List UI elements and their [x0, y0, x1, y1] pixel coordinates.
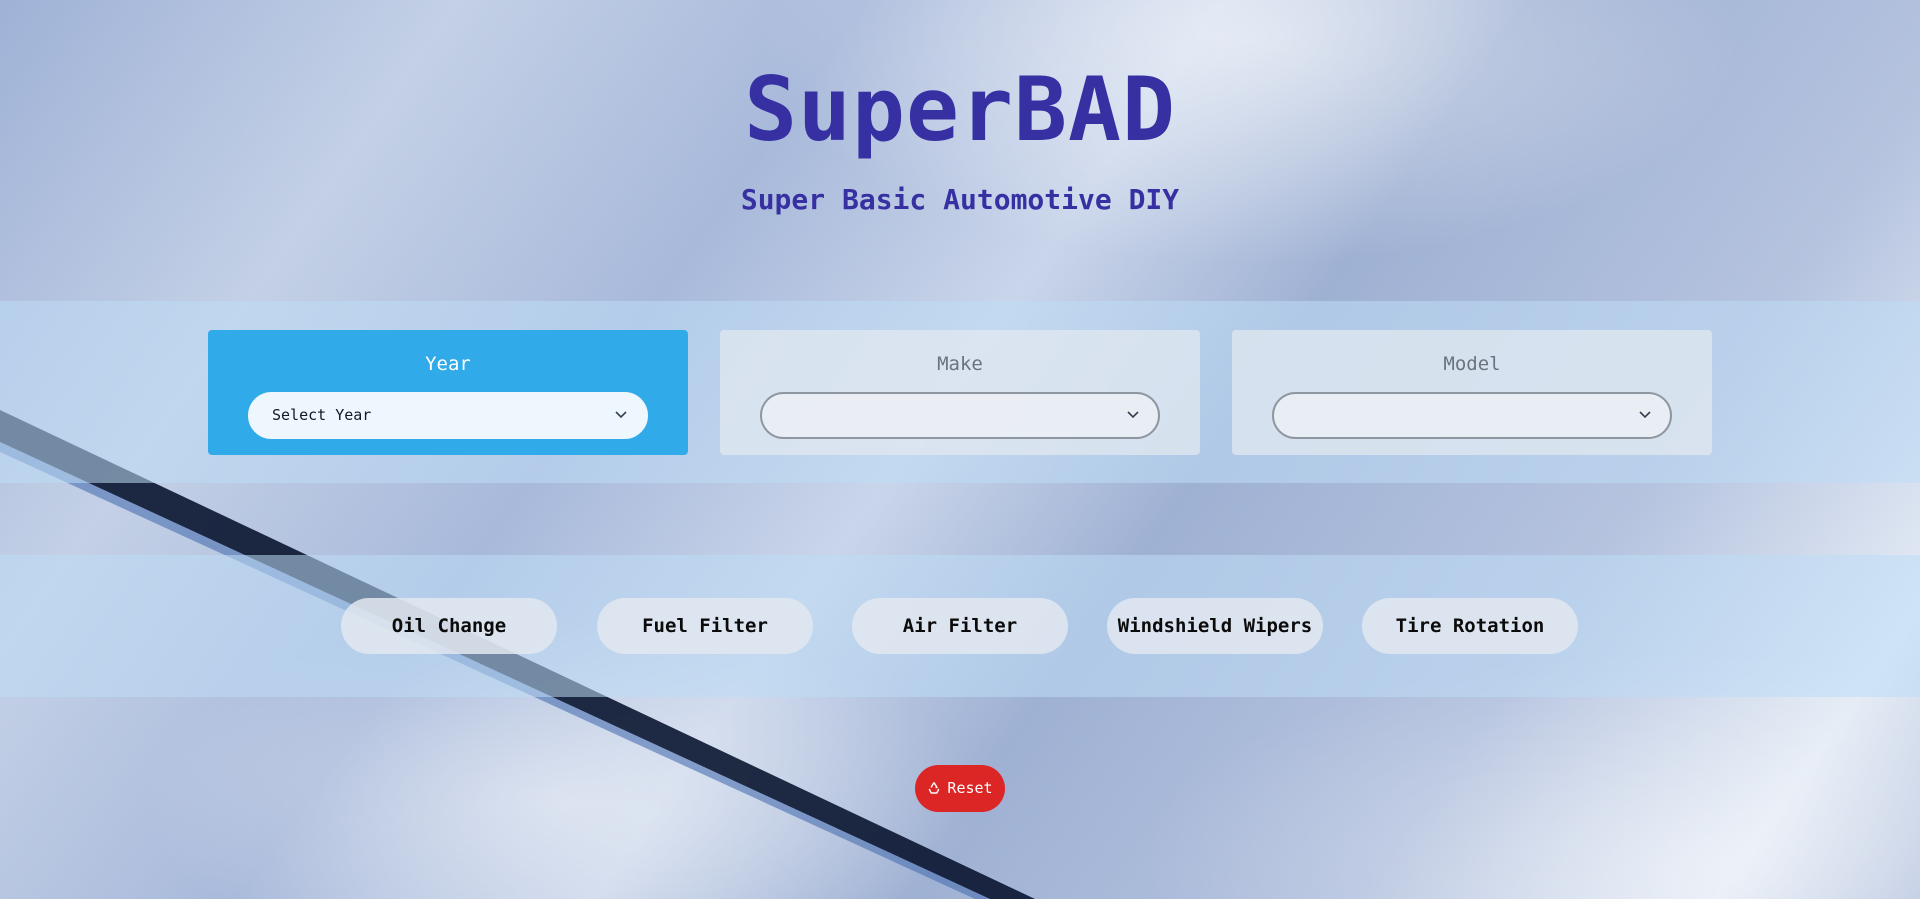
make-card: Make — [720, 330, 1200, 455]
model-select[interactable] — [1272, 392, 1672, 439]
make-label: Make — [937, 353, 983, 375]
year-card: Year Select Year — [208, 330, 688, 455]
app-title: SuperBAD — [744, 58, 1176, 161]
page-header: SuperBAD Super Basic Automotive DIY — [0, 55, 1920, 216]
windshield-wipers-button[interactable]: Windshield Wipers — [1107, 598, 1323, 654]
tire-rotation-button[interactable]: Tire Rotation — [1362, 598, 1578, 654]
chevron-down-icon — [1127, 411, 1139, 419]
reset-label: Reset — [947, 779, 993, 797]
chevron-down-icon — [1639, 411, 1651, 419]
fuel-filter-button[interactable]: Fuel Filter — [597, 598, 813, 654]
reset-button[interactable]: Reset — [915, 765, 1005, 812]
oil-change-button[interactable]: Oil Change — [341, 598, 557, 654]
model-label: Model — [1443, 353, 1501, 375]
year-label: Year — [425, 353, 471, 375]
make-select[interactable] — [760, 392, 1160, 439]
year-select[interactable]: Select Year — [248, 392, 648, 439]
air-filter-button[interactable]: Air Filter — [852, 598, 1068, 654]
year-select-value: Select Year — [272, 406, 372, 424]
vehicle-selectors: Year Select Year Make Model — [208, 330, 1712, 455]
chevron-down-icon — [615, 411, 627, 419]
service-buttons: Oil Change Fuel Filter Air Filter Windsh… — [0, 598, 1920, 654]
app-subtitle: Super Basic Automotive DIY — [740, 183, 1180, 216]
model-card: Model — [1232, 330, 1712, 455]
recycle-icon — [928, 782, 940, 794]
